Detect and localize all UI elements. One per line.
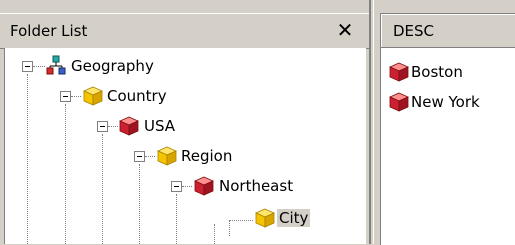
list-item-new-york[interactable]: New York	[389, 90, 515, 114]
folder-list-header: Folder List ✕	[0, 13, 369, 49]
red-cube-icon	[389, 62, 409, 82]
red-cube-icon	[389, 92, 409, 112]
close-button[interactable]: ✕	[333, 18, 357, 42]
tree-item-country[interactable]: Country	[5, 84, 255, 110]
tree-item-geography[interactable]: Geography	[5, 54, 225, 80]
tree-item-usa[interactable]: USA	[5, 114, 255, 140]
collapse-toggle[interactable]	[97, 121, 108, 132]
column-header-label: DESC	[393, 22, 435, 40]
folder-list-title: Folder List	[10, 22, 88, 40]
tree-item-label: Region	[181, 147, 233, 165]
contents-list[interactable]: DESC Boston New York	[380, 13, 515, 245]
tree-item-region[interactable]: Region	[5, 144, 285, 170]
folder-list-panel: Folder List ✕ Geography Country USA Regi…	[0, 0, 369, 244]
column-header-desc[interactable]: DESC	[381, 14, 515, 48]
collapse-toggle[interactable]	[60, 91, 71, 102]
list-item-boston[interactable]: Boston	[389, 60, 515, 84]
tree-item-northeast[interactable]: Northeast	[5, 174, 360, 200]
tree-item-label: City	[277, 209, 311, 227]
tree-item-label: USA	[144, 117, 176, 135]
tree-item-label: Northeast	[219, 177, 294, 195]
gold-cube-icon	[255, 208, 275, 228]
tree-item-label: Country	[107, 87, 167, 105]
tree-item-city[interactable]: City	[5, 206, 360, 232]
red-cube-icon	[194, 176, 214, 196]
collapse-toggle[interactable]	[134, 151, 145, 162]
splitter-highlight	[373, 0, 374, 244]
tree-item-label: Geography	[71, 57, 154, 75]
folder-tree[interactable]: Geography Country USA Region Northeast C…	[4, 48, 366, 244]
collapse-toggle[interactable]	[171, 181, 182, 192]
red-cube-icon	[119, 116, 139, 136]
list-item-label: Boston	[411, 63, 463, 81]
contents-panel: DESC Boston New York	[380, 0, 515, 245]
gold-cube-icon	[157, 146, 177, 166]
gold-cube-icon	[83, 86, 103, 106]
list-item-label: New York	[411, 93, 480, 111]
collapse-toggle[interactable]	[22, 61, 33, 72]
hierarchy-icon	[46, 55, 66, 75]
